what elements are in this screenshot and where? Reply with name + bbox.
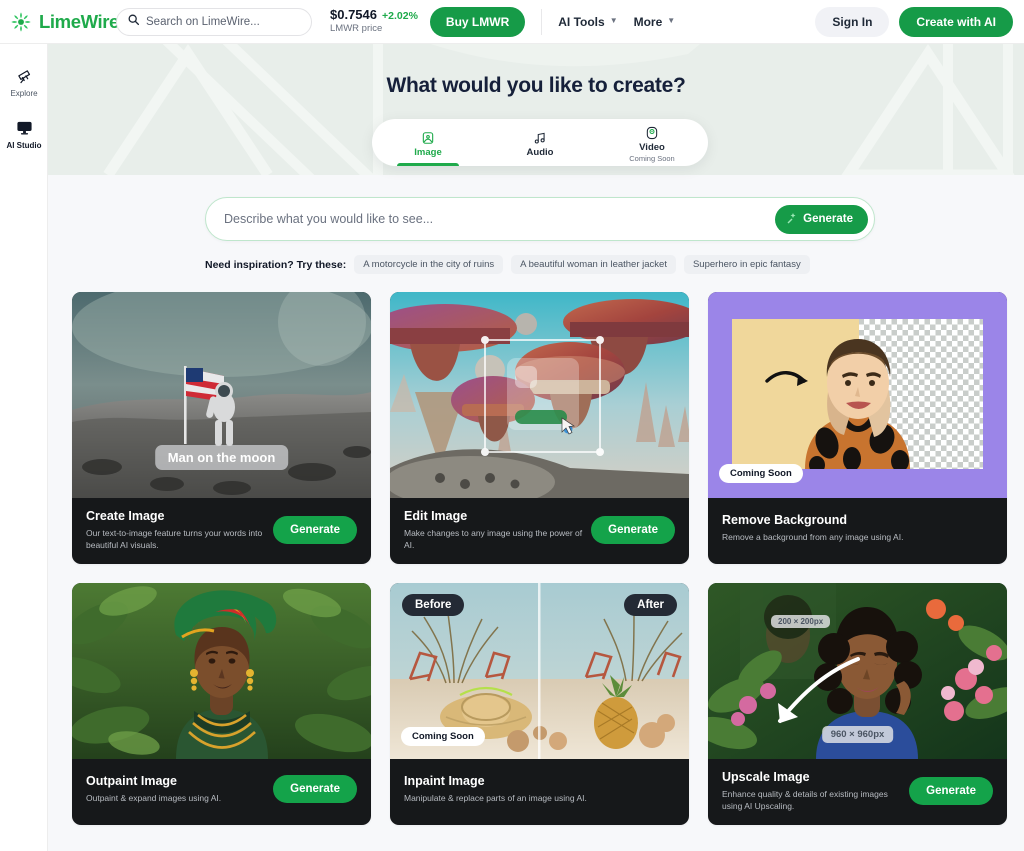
card-inpaint-image-body: Inpaint Image Manipulate & replace parts… xyxy=(390,759,689,821)
card-upscale-image-desc: Enhance quality & details of existing im… xyxy=(722,789,888,812)
chevron-down-icon: ▼ xyxy=(667,16,676,25)
top-navigation-bar: LimeWire $0.7546 +2.02% LMWR price Buy L… xyxy=(0,0,1024,44)
tab-audio[interactable]: Audio xyxy=(484,119,596,166)
magic-wand-icon xyxy=(786,212,798,227)
token-price-change: +2.02% xyxy=(382,10,418,23)
feature-card-grid: Man on the moon Create Image Our text-to… xyxy=(72,292,1008,826)
tab-audio-label: Audio xyxy=(526,147,554,158)
left-sidebar: Explore AI Studio xyxy=(0,44,48,851)
sidebar-item-explore[interactable]: Explore xyxy=(0,56,48,108)
sci-fi-city-illustration xyxy=(390,292,689,498)
card-upscale-image[interactable]: 200 × 200px 960 × 960px Upscale Image En… xyxy=(708,583,1007,826)
search-icon xyxy=(127,13,140,31)
card-upscale-image-thumbnail: 200 × 200px 960 × 960px xyxy=(708,583,1007,760)
tab-active-indicator xyxy=(397,162,459,166)
suggestion-chip-3[interactable]: Superhero in epic fantasy xyxy=(683,255,810,274)
page-title: What would you like to create? xyxy=(386,74,686,97)
card-inpaint-image[interactable]: Before After Coming Soon Inpaint Image M… xyxy=(390,583,689,826)
create-with-ai-button[interactable]: Create with AI xyxy=(899,6,1013,37)
woman-portrait-illustration xyxy=(765,339,910,469)
coming-soon-badge: Coming Soon xyxy=(401,727,485,747)
monitor-icon xyxy=(0,116,48,138)
card-remove-background-desc: Remove a background from any image using… xyxy=(722,531,904,542)
tab-image[interactable]: Image xyxy=(372,119,484,166)
card-outpaint-image-thumbnail xyxy=(72,583,371,760)
sign-in-button[interactable]: Sign In xyxy=(815,6,890,37)
nav-ai-tools-label: AI Tools xyxy=(558,14,605,29)
sidebar-item-ai-studio[interactable]: AI Studio xyxy=(0,108,48,160)
card-create-image[interactable]: Man on the moon Create Image Our text-to… xyxy=(72,292,371,565)
music-note-icon xyxy=(533,130,547,145)
card-edit-image-generate-button[interactable]: Generate xyxy=(591,516,675,545)
card-remove-background-title: Remove Background xyxy=(722,512,848,527)
suggestion-label: Need inspiration? Try these: xyxy=(205,258,347,271)
video-circle-icon xyxy=(645,125,659,140)
prompt-generate-button[interactable]: Generate xyxy=(775,204,868,234)
card-inpaint-image-title: Inpaint Image xyxy=(404,774,485,789)
image-icon xyxy=(421,130,435,145)
tab-image-label: Image xyxy=(414,147,442,158)
card-create-image-generate-button[interactable]: Generate xyxy=(273,516,357,545)
limewire-logo-icon xyxy=(10,11,32,33)
buy-lmwr-button[interactable]: Buy LMWR xyxy=(429,6,526,37)
nav-more-label: More xyxy=(633,14,663,29)
card-create-image-desc: Our text-to-image feature turns your wor… xyxy=(86,528,263,551)
card-outpaint-image-title: Outpaint Image xyxy=(86,774,177,789)
coming-soon-badge: Coming Soon xyxy=(719,464,803,483)
card-upscale-image-body: Upscale Image Enhance quality & details … xyxy=(708,759,1007,825)
mode-tabs: Image Audio Video Coming Soon xyxy=(372,119,708,166)
nav-item-more[interactable]: More ▼ xyxy=(634,15,676,29)
card-remove-background-body: Remove Background Remove a background fr… xyxy=(708,498,1007,560)
card-outpaint-image-body: Outpaint Image Outpaint & expand images … xyxy=(72,759,371,821)
nav-item-ai-tools[interactable]: AI Tools ▼ xyxy=(558,15,617,29)
card-upscale-image-title: Upscale Image xyxy=(722,770,810,785)
prompt-input-container[interactable]: Generate xyxy=(205,197,875,241)
card-outpaint-image[interactable]: Outpaint Image Outpaint & expand images … xyxy=(72,583,371,826)
search-input[interactable] xyxy=(146,15,301,28)
prompt-generate-label: Generate xyxy=(803,213,853,225)
after-badge: After xyxy=(624,594,677,617)
token-price-label: LMWR price xyxy=(330,23,383,34)
suggestion-row: Need inspiration? Try these: A motorcycl… xyxy=(205,255,875,274)
card-create-image-thumbnail: Man on the moon xyxy=(72,292,371,498)
card-inpaint-image-desc: Manipulate & replace parts of an image u… xyxy=(404,793,587,804)
suggestion-chip-1[interactable]: A motorcycle in the city of ruins xyxy=(354,255,504,274)
tab-video-label: Video xyxy=(639,142,665,154)
card-edit-image-title: Edit Image xyxy=(404,509,468,523)
small-size-badge: 200 × 200px xyxy=(771,615,831,629)
before-badge: Before xyxy=(402,594,465,617)
card-edit-image-body: Edit Image Make changes to any image usi… xyxy=(390,498,689,564)
sidebar-explore-label: Explore xyxy=(10,89,38,98)
card-create-image-title: Create Image xyxy=(86,509,165,523)
card-create-image-body: Create Image Our text-to-image feature t… xyxy=(72,498,371,564)
prompt-input[interactable] xyxy=(224,212,776,226)
card-edit-image[interactable]: Edit Image Make changes to any image usi… xyxy=(390,292,689,565)
card-inpaint-image-thumbnail: Before After Coming Soon xyxy=(390,583,689,760)
token-price-block: $0.7546 +2.02% LMWR price xyxy=(330,7,418,35)
token-price-value: $0.7546 xyxy=(330,7,377,23)
chevron-down-icon: ▼ xyxy=(609,16,618,25)
sidebar-ai-studio-label: AI Studio xyxy=(6,141,42,150)
african-woman-jungle-illustration xyxy=(72,583,371,760)
image-caption-badge: Man on the moon xyxy=(154,445,289,470)
card-upscale-image-generate-button[interactable]: Generate xyxy=(909,777,993,806)
card-edit-image-desc: Make changes to any image using the powe… xyxy=(404,528,583,551)
large-size-badge: 960 × 960px xyxy=(821,726,894,744)
search-box[interactable] xyxy=(116,7,312,36)
card-outpaint-image-generate-button[interactable]: Generate xyxy=(273,775,357,804)
card-remove-background[interactable]: Coming Soon Remove Background Remove a b… xyxy=(708,292,1007,565)
card-remove-background-thumbnail: Coming Soon xyxy=(708,292,1007,498)
brand-name: LimeWire xyxy=(39,10,119,32)
brand-logo-link[interactable]: LimeWire xyxy=(0,11,119,33)
suggestion-chip-2[interactable]: A beautiful woman in leather jacket xyxy=(511,255,676,274)
telescope-icon xyxy=(0,64,48,86)
nav-divider xyxy=(541,8,543,35)
card-outpaint-image-desc: Outpaint & expand images using AI. xyxy=(86,793,222,804)
remove-bg-preview xyxy=(732,319,983,469)
tab-video[interactable]: Video Coming Soon xyxy=(596,119,708,166)
top-right-actions: Sign In Create with AI xyxy=(815,6,1024,37)
card-edit-image-thumbnail xyxy=(390,292,689,498)
tab-video-sublabel: Coming Soon xyxy=(629,154,675,164)
